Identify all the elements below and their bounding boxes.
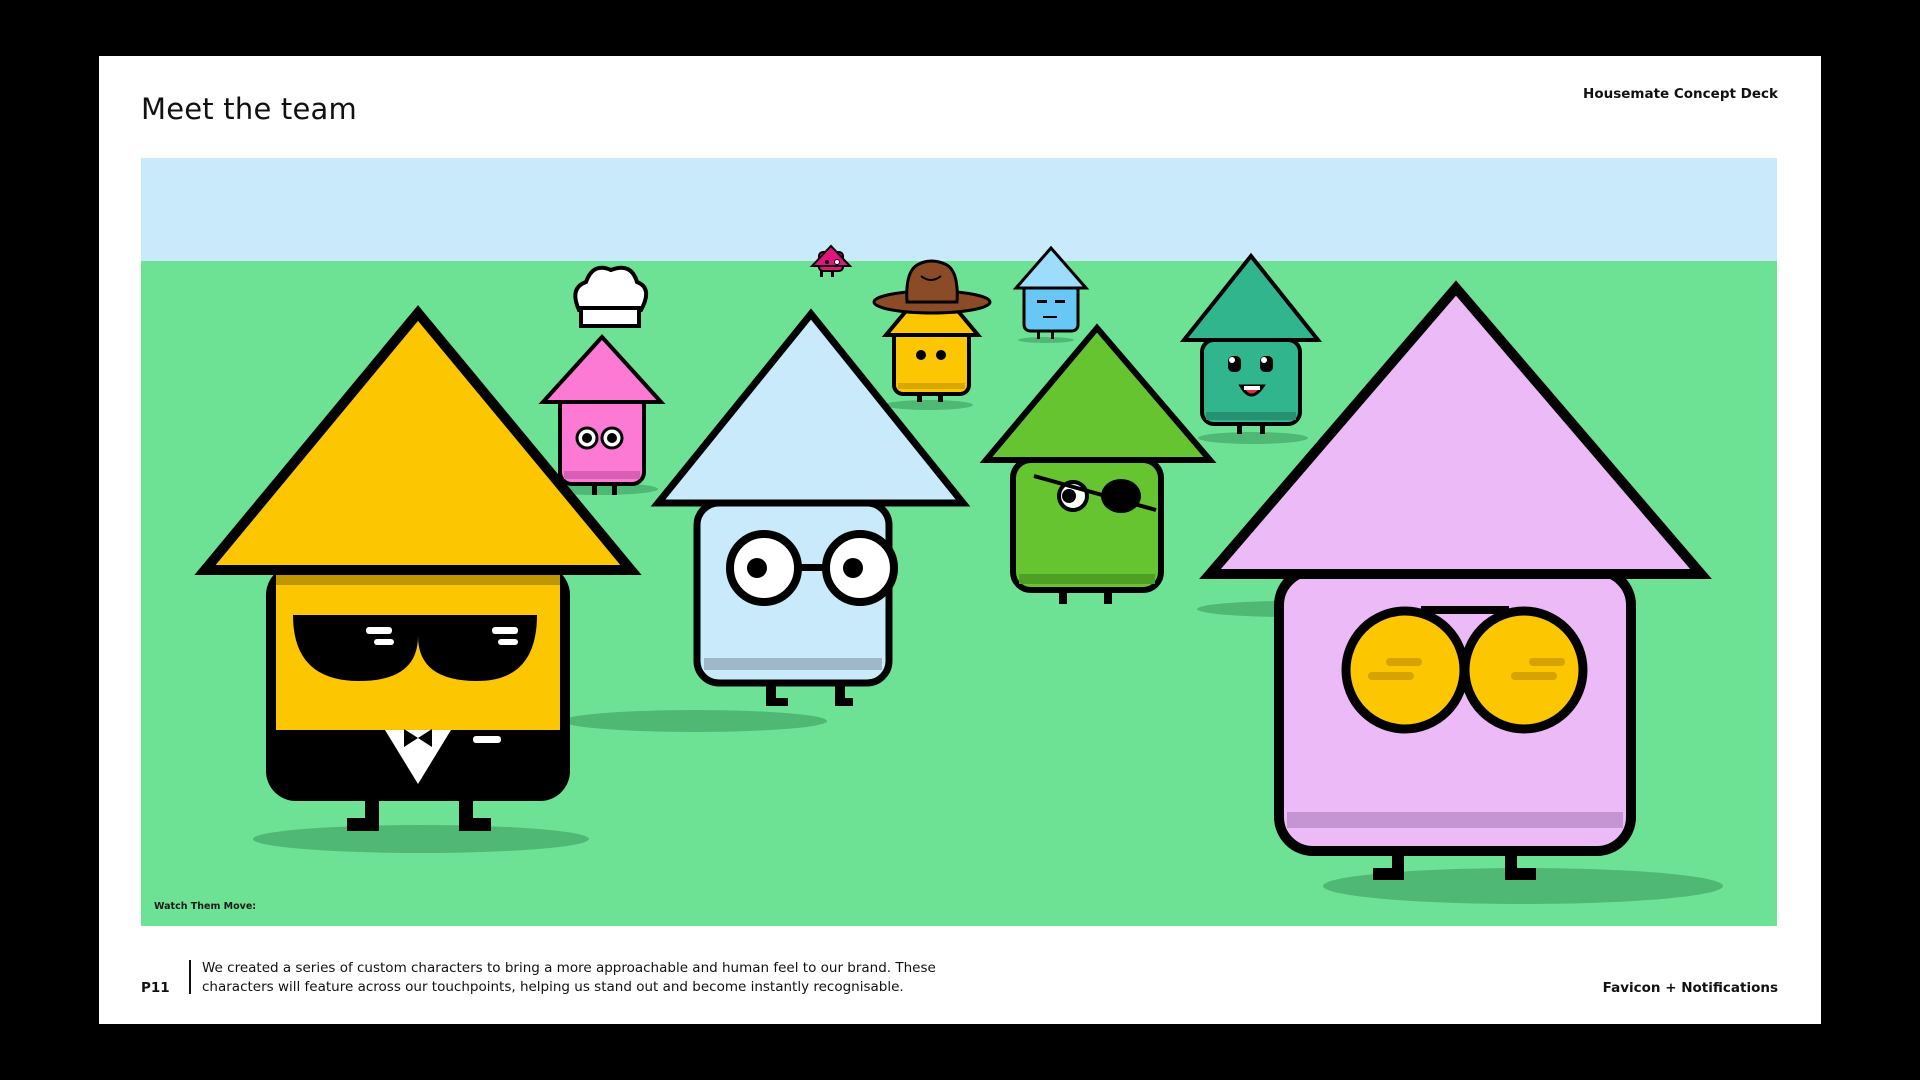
section-label: Favicon + Notifications [1602, 980, 1778, 996]
deck-name: Housemate Concept Deck [1583, 86, 1778, 102]
page-title: Meet the team [141, 92, 357, 126]
footer-divider [189, 960, 191, 994]
watch-them-move-caption: Watch Them Move: [154, 901, 257, 912]
description: We created a series of custom characters… [202, 960, 936, 995]
slide: Meet the team Housemate Concept Deck Wat… [99, 56, 1821, 1024]
page-number: P11 [141, 980, 170, 996]
sky [141, 158, 1777, 262]
characters-illustration: Watch Them Move: [141, 158, 1777, 926]
